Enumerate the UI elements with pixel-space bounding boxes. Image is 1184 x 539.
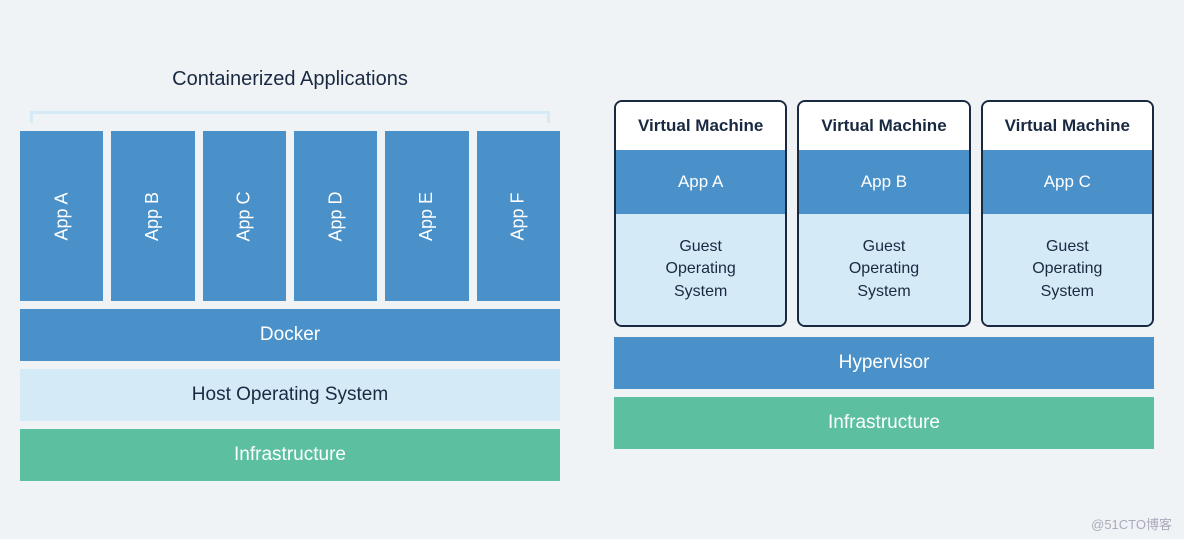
virtual-machine: Virtual Machine App A GuestOperatingSyst… bbox=[614, 100, 787, 327]
container-app-row: App A App B App C App D App E App F bbox=[20, 131, 560, 301]
app-label: App F bbox=[508, 192, 529, 240]
watermark: @51CTO博客 bbox=[1091, 514, 1172, 533]
virtual-machine: Virtual Machine App C GuestOperatingSyst… bbox=[981, 100, 1154, 327]
app-label: App E bbox=[416, 191, 437, 240]
container-app: App A bbox=[20, 131, 103, 301]
container-app: App D bbox=[294, 131, 377, 301]
vm-app: App A bbox=[616, 150, 785, 214]
vm-row: Virtual Machine App A GuestOperatingSyst… bbox=[614, 100, 1154, 327]
bracket-line bbox=[30, 111, 550, 123]
app-label: App C bbox=[234, 191, 255, 241]
vm-guest-os: GuestOperatingSystem bbox=[616, 214, 785, 325]
container-app: App B bbox=[111, 131, 194, 301]
vm-app: App C bbox=[983, 150, 1152, 214]
app-label: App D bbox=[325, 191, 346, 241]
infrastructure-layer: Infrastructure bbox=[614, 397, 1154, 449]
container-app: App E bbox=[385, 131, 468, 301]
vm-title: Virtual Machine bbox=[983, 102, 1152, 150]
vm-guest-os: GuestOperatingSystem bbox=[799, 214, 968, 325]
app-label: App A bbox=[51, 192, 72, 240]
app-label: App B bbox=[142, 191, 163, 240]
virtual-machine: Virtual Machine App B GuestOperatingSyst… bbox=[797, 100, 970, 327]
infrastructure-layer: Infrastructure bbox=[20, 429, 560, 481]
vm-title: Virtual Machine bbox=[616, 102, 785, 150]
container-app: App F bbox=[477, 131, 560, 301]
hypervisor-layer: Hypervisor bbox=[614, 337, 1154, 389]
vm-guest-os: GuestOperatingSystem bbox=[983, 214, 1152, 325]
container-stack: Containerized Applications App A App B A… bbox=[20, 68, 560, 481]
host-os-layer: Host Operating System bbox=[20, 369, 560, 421]
vm-stack: Virtual Machine App A GuestOperatingSyst… bbox=[614, 100, 1154, 449]
vm-app: App B bbox=[799, 150, 968, 214]
container-title: Containerized Applications bbox=[20, 68, 560, 91]
vm-title: Virtual Machine bbox=[799, 102, 968, 150]
docker-layer: Docker bbox=[20, 309, 560, 361]
container-app: App C bbox=[203, 131, 286, 301]
